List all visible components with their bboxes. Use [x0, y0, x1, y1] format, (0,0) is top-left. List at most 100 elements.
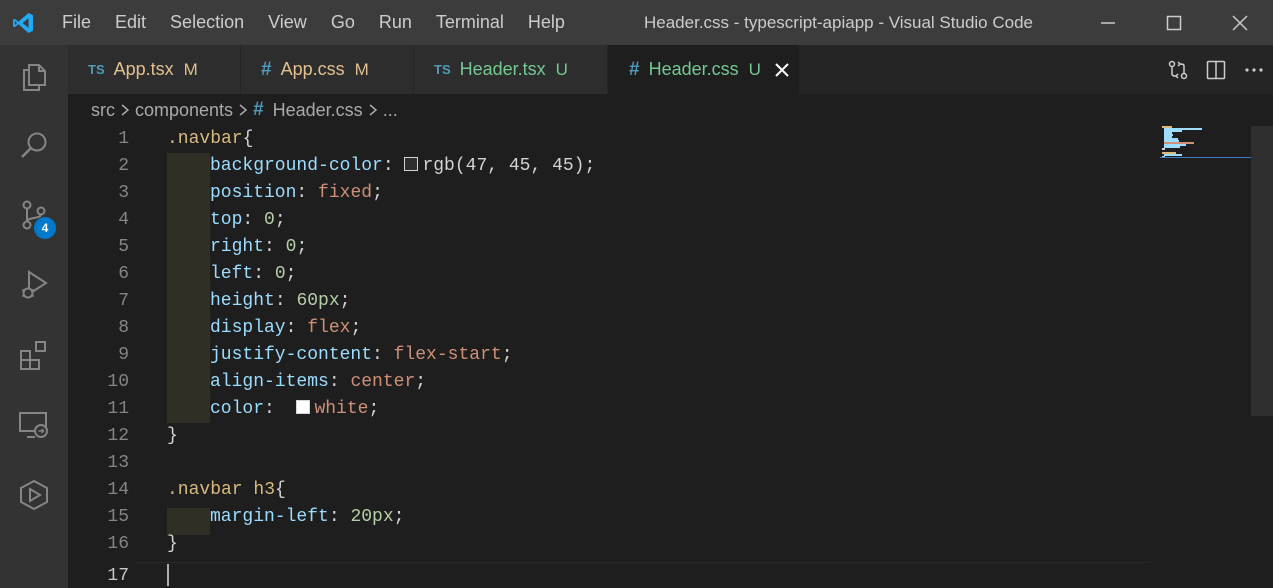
ellipsis-icon [1245, 67, 1263, 72]
tab-header-tsx[interactable]: TS Header.tsx U [414, 45, 608, 94]
css-value: 0 [264, 210, 275, 230]
semicolon: ; [296, 237, 308, 257]
scrollbar-thumb[interactable] [1251, 126, 1273, 416]
code-editor[interactable]: 1 .navbar{ 2 background-color: rgb(47, 4… [68, 126, 1273, 588]
title-bar: File Edit Selection View Go Run Terminal… [0, 0, 1273, 45]
close-window-button[interactable] [1207, 0, 1273, 45]
tab-git-status: M [183, 59, 198, 79]
line-number: 3 [118, 183, 129, 203]
breadcrumb-components[interactable]: components [135, 100, 233, 121]
search-icon[interactable] [0, 115, 68, 175]
line-number: 9 [118, 345, 129, 365]
code-text: right: 0; [210, 234, 307, 261]
code-text: height: 60px; [210, 288, 350, 315]
code-text: .navbar{ [167, 126, 253, 153]
breadcrumb: src components # Header.css ... [68, 94, 1273, 126]
code-text: align-items: center; [210, 369, 426, 396]
maximize-button[interactable] [1141, 0, 1207, 45]
css-property: top [210, 210, 243, 230]
css-property: right [210, 237, 265, 257]
semicolon: ; [415, 372, 427, 392]
semicolon: ; [372, 183, 383, 203]
code-line: 4 top: 0; [68, 207, 1150, 234]
color-swatch[interactable] [404, 157, 419, 171]
semicolon: ; [350, 318, 362, 338]
maximize-icon [1166, 15, 1182, 30]
minimap[interactable] [1150, 126, 1253, 588]
menu-file[interactable]: File [50, 0, 103, 45]
tab-label: Header.css [648, 59, 739, 79]
tab-app-tsx[interactable]: TS App.tsx M [68, 45, 241, 94]
explorer-icon[interactable] [0, 47, 68, 107]
breadcrumb-src[interactable]: src [91, 100, 115, 121]
tab-git-status: U [555, 59, 568, 79]
code-line: 14 .navbar h3{ [68, 477, 1150, 504]
semicolon: ; [501, 345, 513, 365]
menu-view[interactable]: View [256, 0, 319, 45]
code-text: left: 0; [210, 261, 296, 288]
menu-go[interactable]: Go [319, 0, 367, 45]
semicolon: ; [285, 264, 297, 284]
tab-app-css[interactable]: # App.css M [241, 45, 414, 94]
css-file-icon: # [253, 99, 264, 120]
breadcrumb-file[interactable]: Header.css [273, 100, 363, 121]
semicolon: ; [393, 507, 405, 527]
deploy-icon[interactable] [0, 465, 68, 525]
css-property: left [210, 264, 254, 284]
split-editor-button[interactable] [1197, 45, 1235, 94]
css-property: justify-content [210, 345, 373, 365]
run-debug-icon[interactable] [0, 255, 68, 315]
code-text: display: flex; [210, 315, 361, 342]
code-text: justify-content: flex-start; [210, 342, 513, 369]
vscode-logo-icon [0, 0, 46, 45]
semicolon: ; [274, 210, 286, 230]
typescript-file-icon: TS [88, 62, 105, 77]
source-control-icon[interactable] [0, 185, 68, 245]
remote-explorer-icon[interactable] [0, 395, 68, 455]
minimize-button[interactable] [1075, 0, 1141, 45]
code-line: 13 [68, 450, 1150, 477]
line-number: 11 [107, 399, 129, 419]
open-changes-button[interactable] [1159, 45, 1197, 94]
source-control-badge: 4 [34, 217, 56, 239]
code-text: top: 0; [210, 207, 286, 234]
tab-label: Header.tsx [459, 59, 546, 79]
typescript-file-icon: TS [434, 62, 451, 77]
css-property: position [210, 183, 297, 203]
minimap-viewport [1160, 157, 1252, 158]
css-value: rgb(47, 45, 45) [422, 156, 585, 176]
line-number: 7 [118, 291, 129, 311]
menu-selection[interactable]: Selection [158, 0, 256, 45]
code-text: .navbar h3{ [167, 477, 286, 504]
css-property: height [210, 291, 275, 311]
code-line: 12 } [68, 423, 1150, 450]
color-swatch[interactable] [296, 400, 311, 414]
brace: { [275, 480, 286, 500]
more-actions-button[interactable] [1235, 45, 1273, 94]
code-line: 11 color: white; [68, 396, 1150, 423]
tab-header-css[interactable]: # Header.css U [608, 45, 800, 94]
tab-bar: TS App.tsx M # App.css M TS Header.tsx U… [68, 45, 1273, 94]
code-line: 10 align-items: center; [68, 369, 1150, 396]
menu-terminal[interactable]: Terminal [424, 0, 516, 45]
extensions-icon[interactable] [0, 325, 68, 385]
semicolon: ; [368, 399, 380, 419]
tab-label: App.tsx [113, 59, 174, 79]
close-tab-icon[interactable] [773, 61, 791, 79]
compare-changes-icon [1168, 60, 1188, 79]
code-text: } [167, 531, 178, 558]
chevron-right-icon [238, 103, 248, 117]
line-number: 13 [107, 453, 129, 473]
close-icon [1232, 14, 1248, 31]
menu-edit[interactable]: Edit [103, 0, 158, 45]
css-selector: .navbar [167, 129, 243, 149]
breadcrumb-symbols[interactable]: ... [383, 100, 398, 121]
colon: : [382, 156, 394, 176]
menu-run[interactable]: Run [367, 0, 424, 45]
code-text: margin-left: 20px; [210, 504, 404, 531]
line-number: 5 [118, 237, 129, 257]
line-number: 10 [107, 372, 129, 392]
colon: : [285, 318, 297, 338]
colon: : [264, 237, 275, 257]
minimap-line [1164, 146, 1180, 148]
